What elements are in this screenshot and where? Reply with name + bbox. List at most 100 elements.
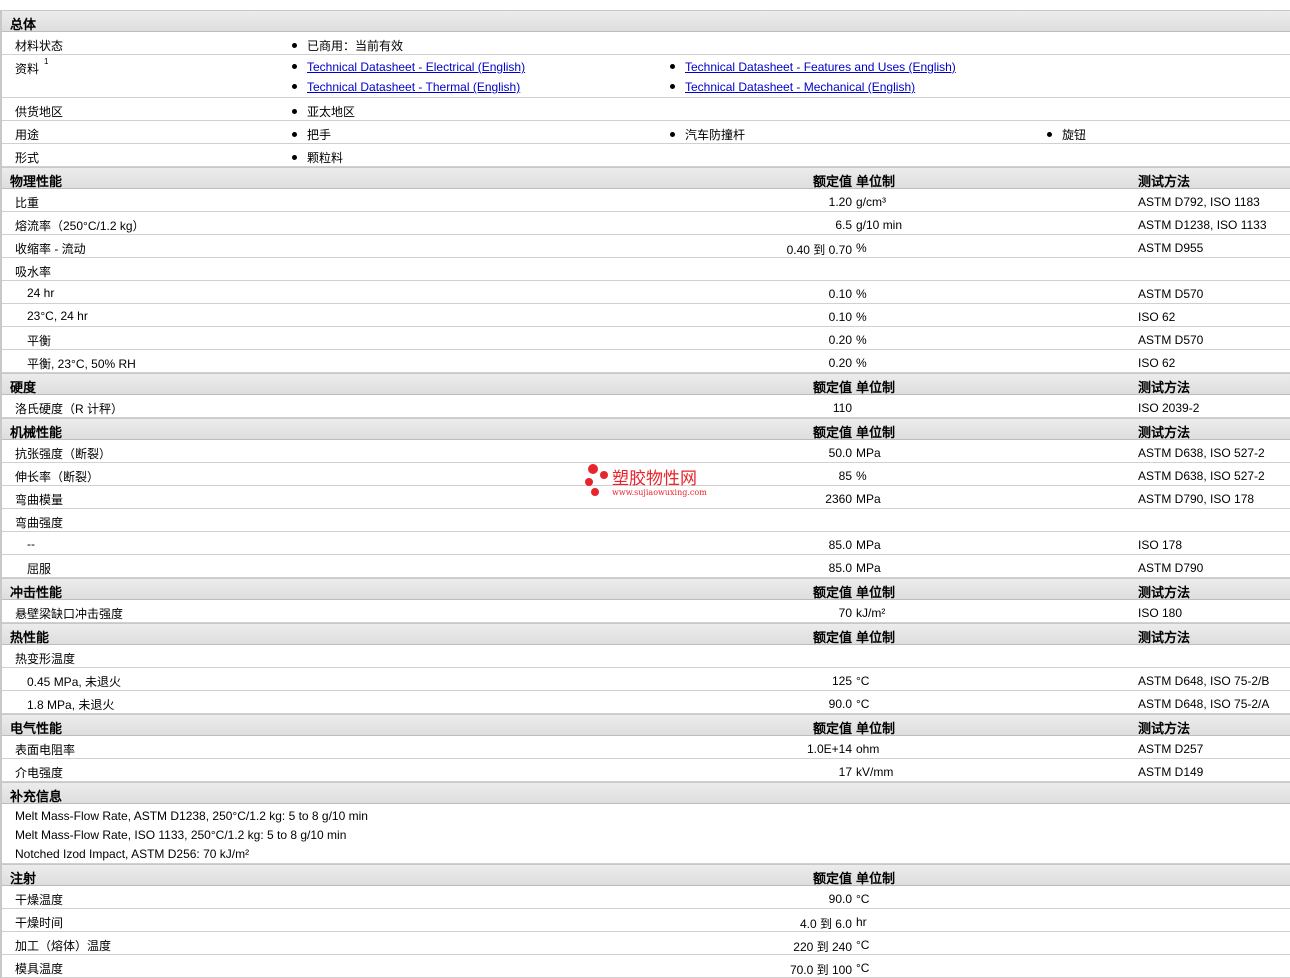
property-row: 悬壁梁缺口冲击强度 70 kJ/m² ISO 180 <box>2 600 1290 623</box>
property-label: 熔流率（250°C/1.2 kg） <box>15 219 145 233</box>
column-header-value: 额定值 <box>812 380 852 395</box>
column-header-method: 测试方法 <box>1138 721 1191 736</box>
column-header-method: 测试方法 <box>1138 174 1191 189</box>
property-value: 0.10 <box>828 310 852 324</box>
column-header-unit: 单位制 <box>856 380 896 395</box>
row-label: 材料状态 <box>15 39 64 53</box>
column-header-value: 额定值 <box>812 585 852 600</box>
property-value: 90.0 <box>828 697 852 711</box>
property-row: 1.8 MPa, 未退火 90.0 °C ASTM D648, ISO 75-2/A <box>2 691 1290 714</box>
property-label: 弯曲模量 <box>15 493 64 507</box>
datasheet-link[interactable]: Technical Datasheet - Electrical (Englis… <box>307 60 525 74</box>
property-row: 收缩率 - 流动 0.40 到 0.70% ASTM D955 <box>2 235 1290 258</box>
property-unit: MPa <box>856 492 881 506</box>
section-title: 电气性能 <box>10 721 63 736</box>
section-title: 热性能 <box>10 630 50 645</box>
section-title: 注射 <box>10 871 37 886</box>
column-header-unit: 单位制 <box>856 630 896 645</box>
test-method: ISO 62 <box>1138 356 1176 370</box>
property-label: 收缩率 - 流动 <box>15 242 86 256</box>
test-method: ASTM D648, ISO 75-2/B <box>1138 674 1270 688</box>
property-label: 0.45 MPa, 未退火 <box>27 675 122 689</box>
test-method: ASTM D257 <box>1138 742 1204 756</box>
property-row: 模具温度 70.0 到 100 °C <box>2 955 1290 978</box>
section-header: 电气性能 额定值 单位制 测试方法 <box>2 714 1290 736</box>
property-value: 125 <box>831 674 852 688</box>
test-method: ASTM D638, ISO 527-2 <box>1138 446 1265 460</box>
property-label: 洛氏硬度（R 计秤） <box>15 402 124 416</box>
section-header: 冲击性能 额定值 单位制 测试方法 <box>2 578 1290 600</box>
test-method: ISO 62 <box>1138 310 1176 324</box>
property-label: 干燥时间 <box>15 916 64 930</box>
test-method: ASTM D790 <box>1138 561 1204 575</box>
general-row: 材料状态 已商用：当前有效 <box>2 32 1290 55</box>
property-label: 23°C, 24 hr <box>27 309 88 323</box>
property-value: 0.20 <box>828 356 852 370</box>
test-method: ASTM D638, ISO 527-2 <box>1138 469 1265 483</box>
general-row: 用途 把手 汽车防撞杆 旋钮 <box>2 121 1290 144</box>
general-row: 供货地区 亚太地区 <box>2 98 1290 121</box>
column-header-value: 额定值 <box>812 425 852 440</box>
property-value: 6.5 <box>835 218 852 232</box>
property-unit: ohm <box>856 742 880 756</box>
property-unit: °C <box>856 892 870 906</box>
property-value: 2360 <box>825 492 852 506</box>
property-row: 干燥温度 90.0 °C <box>2 886 1290 909</box>
property-value: 50.0 <box>828 446 852 460</box>
property-row: 热变形温度 <box>2 645 1290 668</box>
property-row: 抗张强度（断裂） 50.0 MPa ASTM D638, ISO 527-2 <box>2 440 1290 463</box>
property-label: 悬壁梁缺口冲击强度 <box>15 607 124 621</box>
property-row: 平衡, 23°C, 50% RH 0.20% ISO 62 <box>2 350 1290 373</box>
column-header-unit: 单位制 <box>856 721 896 736</box>
column-header-method: 测试方法 <box>1138 630 1191 645</box>
property-value: 1.20 <box>828 195 852 209</box>
watermark-text: 塑胶物性网 <box>612 469 697 489</box>
watermark-logo: 塑胶物性网 www.sujiaowuxing.com <box>585 464 707 497</box>
property-unit: g/10 min <box>856 218 903 232</box>
section-header: 注射 额定值 单位制 <box>2 864 1290 886</box>
section-title: 物理性能 <box>10 174 63 189</box>
section-header: 硬度 额定值 单位制 测试方法 <box>2 373 1290 395</box>
property-unit: % <box>856 469 867 483</box>
property-row: 吸水率 <box>2 258 1290 281</box>
property-value: 70 <box>838 606 852 620</box>
general-row: 形式 颗粒料 <box>2 144 1290 167</box>
property-label: 吸水率 <box>15 265 52 279</box>
test-method: ASTM D955 <box>1138 241 1204 255</box>
column-header-method: 测试方法 <box>1138 425 1191 440</box>
note-text: Melt Mass-Flow Rate, ISO 1133, 250°C/1.2… <box>15 828 347 842</box>
datasheet-link[interactable]: Technical Datasheet - Mechanical (Englis… <box>685 80 915 94</box>
datasheet-link[interactable]: Technical Datasheet - Thermal (English) <box>307 80 520 94</box>
test-method: ISO 180 <box>1138 606 1183 620</box>
property-unit: g/cm³ <box>856 195 886 209</box>
property-unit: °C <box>856 938 870 952</box>
property-value: 110 <box>832 401 852 415</box>
note-text: Melt Mass-Flow Rate, ASTM D1238, 250°C/1… <box>15 809 368 823</box>
section-header: 热性能 额定值 单位制 测试方法 <box>2 623 1290 645</box>
column-header-method: 测试方法 <box>1138 585 1191 600</box>
column-header-unit: 单位制 <box>856 585 896 600</box>
property-row: 24 hr 0.10% ASTM D570 <box>2 281 1290 304</box>
datasheet-link[interactable]: Technical Datasheet - Features and Uses … <box>685 60 956 74</box>
property-value: 1.0E+14 <box>806 742 852 756</box>
property-row: 平衡 0.20% ASTM D570 <box>2 327 1290 350</box>
list-item: 颗粒料 <box>292 149 343 166</box>
property-value: 85.0 <box>828 538 852 552</box>
property-value: 90.0 <box>828 892 852 906</box>
property-label: 弯曲强度 <box>15 516 64 530</box>
test-method: ASTM D570 <box>1138 287 1204 301</box>
test-method: ASTM D149 <box>1138 765 1204 779</box>
property-unit: % <box>856 287 867 301</box>
row-label: 资料 <box>15 62 40 76</box>
property-row: 23°C, 24 hr 0.10% ISO 62 <box>2 304 1290 327</box>
column-header-value: 额定值 <box>812 871 852 886</box>
property-row: -- 85.0 MPa ISO 178 <box>2 532 1290 555</box>
property-value: 85 <box>838 469 852 483</box>
property-unit: MPa <box>856 446 881 460</box>
list-item: 亚太地区 <box>292 103 355 120</box>
section-header: 物理性能 额定值 单位制 测试方法 <box>2 167 1290 189</box>
column-header-unit: 单位制 <box>856 871 896 886</box>
section-header: 机械性能 额定值 单位制 测试方法 <box>2 418 1290 440</box>
property-value: 85.0 <box>828 561 852 575</box>
property-label: 平衡, 23°C, 50% RH <box>27 357 136 371</box>
